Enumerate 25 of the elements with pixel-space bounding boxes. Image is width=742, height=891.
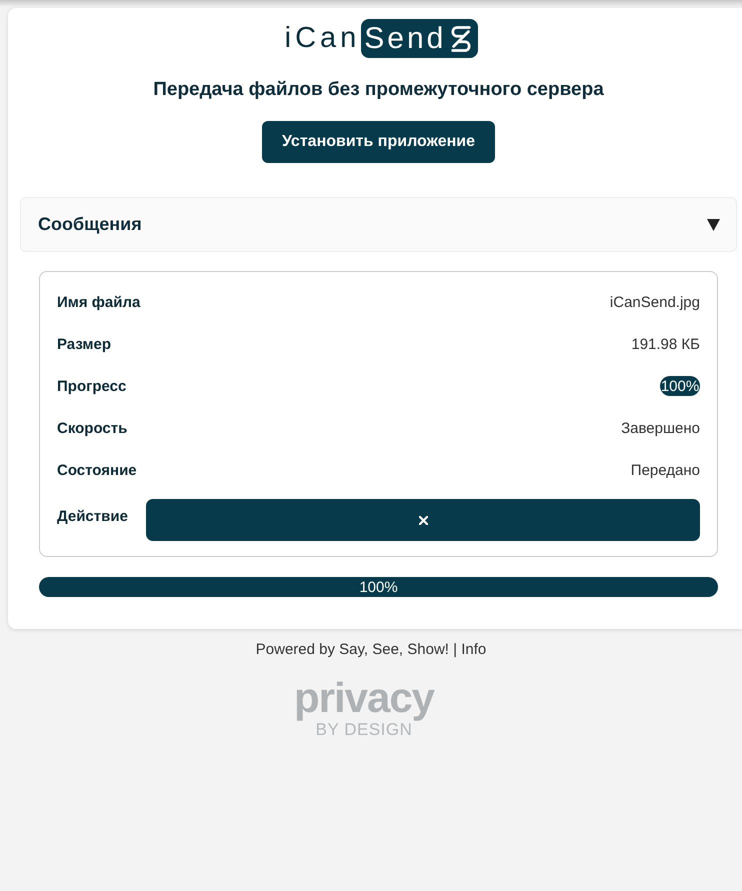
field-label: Прогресс [57, 378, 128, 394]
field-label: Имя файла [57, 294, 142, 310]
link-icon [449, 24, 474, 52]
footer-credit: Powered by Say, See, Show! | Info [254, 641, 488, 658]
field-label: Состояние [57, 462, 138, 478]
field-label: Скорость [57, 420, 128, 436]
progress-label: 100% [359, 578, 398, 596]
privacy-logo-text: privacy [294, 674, 434, 721]
messages-panel[interactable]: Сообщения [20, 197, 737, 252]
field-value: iCanSend.jpg [610, 294, 700, 310]
install-app-button[interactable]: Установить приложение [262, 121, 495, 163]
page-subtitle: Передача файлов без промежуточного сервера [152, 79, 605, 101]
info-link[interactable]: Info [461, 641, 486, 658]
privacy-logo-tagline: BY DESIGN [316, 721, 412, 739]
close-icon [418, 516, 428, 524]
field-label: Размер [57, 336, 112, 352]
logo-text: Send [364, 22, 446, 56]
field-value: Завершено [621, 420, 700, 436]
field-label: Действие [57, 508, 129, 524]
panel-title: Сообщения [38, 214, 142, 235]
logo-text: iCan [284, 22, 360, 55]
progress-label: 100% [660, 378, 700, 394]
field-value: Передано [630, 462, 700, 478]
field-value: 191.98 КБ [631, 336, 700, 352]
triangle-icon[interactable] [707, 218, 720, 230]
